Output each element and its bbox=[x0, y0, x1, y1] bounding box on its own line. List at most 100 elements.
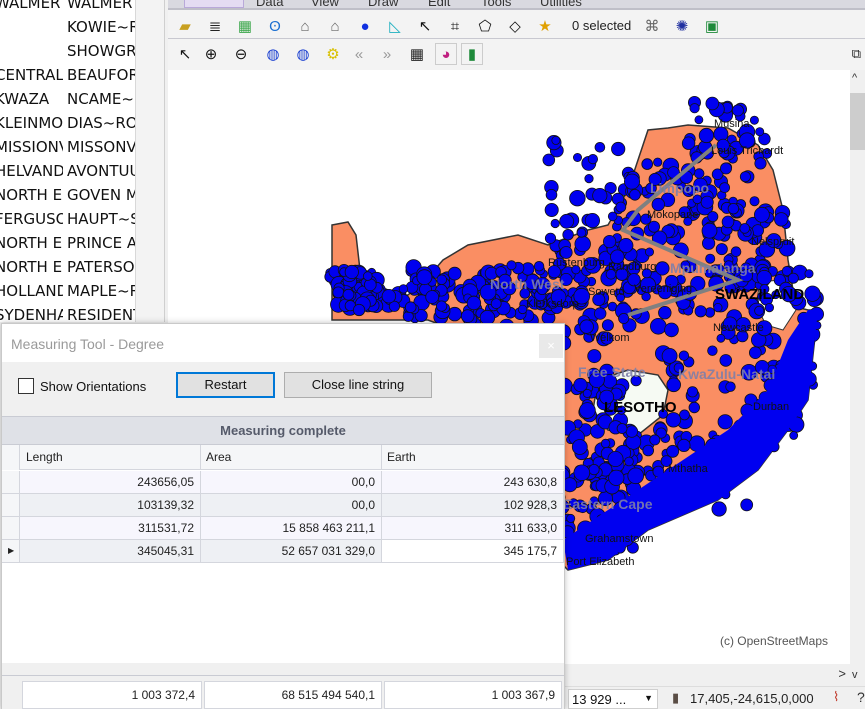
table-row[interactable]: ▶ 345045,31 52 657 031 329,0 345 175,7 bbox=[2, 540, 564, 563]
show-orientations-checkbox[interactable] bbox=[18, 378, 34, 394]
select-lasso-icon[interactable]: ◇ bbox=[504, 15, 526, 37]
show-orientations-label[interactable]: Show Orientations bbox=[40, 379, 146, 394]
list-row[interactable]: MISSIONVALEMISSONVALE bbox=[0, 138, 135, 162]
previous-extent-icon[interactable]: « bbox=[348, 43, 370, 65]
measurement-grid[interactable]: Measuring complete Length Area Earth 243… bbox=[2, 416, 564, 663]
menu-tools[interactable]: Tools bbox=[481, 0, 511, 8]
column-header-length[interactable]: Length bbox=[21, 445, 201, 470]
google-maps-icon[interactable]: ▦ bbox=[234, 15, 256, 37]
settings-gear-icon[interactable]: ⚙ bbox=[322, 43, 344, 65]
menu-edit[interactable]: Edit bbox=[428, 0, 450, 8]
cell-area[interactable]: 15 858 463 211,1 bbox=[201, 517, 382, 539]
bing-maps-icon[interactable]: ʘ bbox=[264, 15, 286, 37]
scroll-up-icon[interactable]: ^ bbox=[852, 72, 857, 84]
measure-triangle-icon[interactable]: ◺ bbox=[384, 15, 406, 37]
color-theme-icon[interactable]: ◕ bbox=[435, 43, 457, 65]
cell-earth[interactable]: 345 175,7 bbox=[382, 540, 564, 562]
file-tab[interactable] bbox=[184, 0, 244, 8]
list-cell-area: CENTRAL bbox=[0, 66, 63, 84]
scroll-right-icon[interactable]: > bbox=[838, 666, 846, 681]
excel-export-icon[interactable]: ▣ bbox=[701, 15, 723, 37]
list-row[interactable]: KLEINMONDDIAS~ROAD bbox=[0, 114, 135, 138]
select-rectangle-icon[interactable]: ⌗ bbox=[444, 15, 466, 37]
scrollbar-thumb[interactable] bbox=[850, 93, 865, 150]
cell-length[interactable]: 345045,31 bbox=[21, 540, 201, 562]
map-point bbox=[490, 298, 502, 310]
close-line-string-button[interactable]: Close line string bbox=[284, 372, 432, 398]
next-extent-icon[interactable]: » bbox=[376, 43, 398, 65]
pin-box-icon[interactable]: ⌂ bbox=[324, 15, 346, 37]
snapping-curve-icon[interactable]: ⌇ bbox=[833, 689, 839, 705]
menu-utilities[interactable]: Utilities bbox=[540, 0, 582, 8]
dialog-titlebar[interactable]: Measuring Tool - Degree × bbox=[2, 324, 564, 362]
pointer-icon[interactable]: ↖ bbox=[174, 43, 196, 65]
list-row[interactable]: NORTH ENDPRINCE ALFRED bbox=[0, 234, 135, 258]
cell-earth[interactable]: 311 633,0 bbox=[382, 517, 564, 539]
globe-extent-icon[interactable]: ◍ bbox=[292, 43, 314, 65]
column-header-earth[interactable]: Earth bbox=[382, 445, 564, 470]
list-row[interactable]: HELVANDALEAVONTUUR bbox=[0, 162, 135, 186]
map-vertical-scrollbar[interactable]: ^ v bbox=[850, 70, 865, 684]
pin-group-icon[interactable]: ⌂ bbox=[294, 15, 316, 37]
cell-length[interactable]: 243656,05 bbox=[21, 471, 201, 493]
map-pin-grid-icon[interactable]: ⌘ bbox=[641, 15, 663, 37]
table-row[interactable]: 243656,05 00,0 243 630,8 bbox=[2, 471, 564, 494]
selected-count: 0 selected bbox=[572, 18, 632, 33]
list-row[interactable]: NORTH ENDPATERSON bbox=[0, 258, 135, 282]
select-point-icon[interactable]: ↖ bbox=[414, 15, 436, 37]
attribute-list[interactable]: WALMERWALMERKOWIE~ROSHOWGROUNDSCENTRALBE… bbox=[0, 0, 135, 322]
cell-earth[interactable]: 243 630,8 bbox=[382, 471, 564, 493]
list-row[interactable]: KWAZA NCAME~ST bbox=[0, 90, 135, 114]
restore-window-icon[interactable]: ⧉ bbox=[852, 46, 861, 62]
cell-area[interactable]: 52 657 031 329,0 bbox=[201, 540, 382, 562]
list-row[interactable]: KOWIE~RO bbox=[0, 18, 135, 42]
row-header[interactable] bbox=[2, 494, 20, 516]
map-point bbox=[574, 235, 591, 253]
scale-dropdown[interactable]: 13 929 ... ▼ bbox=[568, 689, 658, 709]
map-point bbox=[764, 303, 775, 313]
list-row[interactable]: WALMER WALMER bbox=[0, 0, 135, 18]
row-header[interactable] bbox=[2, 517, 20, 539]
cell-length[interactable]: 103139,32 bbox=[21, 494, 201, 516]
cell-earth[interactable]: 102 928,3 bbox=[382, 494, 564, 516]
list-row[interactable]: SYDENHAMRESIDENT bbox=[0, 306, 135, 322]
grid-icon[interactable]: ▦ bbox=[406, 43, 428, 65]
cell-length[interactable]: 311531,72 bbox=[21, 517, 201, 539]
close-icon[interactable]: × bbox=[539, 334, 563, 358]
zoom-out-icon[interactable]: ⊖ bbox=[230, 43, 252, 65]
map-point bbox=[701, 236, 716, 250]
column-header-area[interactable]: Area bbox=[201, 445, 382, 470]
panel-splitter[interactable] bbox=[135, 0, 165, 322]
restart-button[interactable]: Restart bbox=[176, 372, 275, 398]
scroll-down-icon[interactable]: v bbox=[852, 669, 858, 681]
list-cell-street: AVONTUUR bbox=[67, 162, 135, 180]
location-pin-icon[interactable]: ● bbox=[354, 15, 376, 37]
row-header[interactable]: ▶ bbox=[2, 540, 20, 562]
row-header[interactable] bbox=[2, 471, 20, 493]
zoom-in-icon[interactable]: ⊕ bbox=[200, 43, 222, 65]
clear-selection-icon[interactable]: ★ bbox=[534, 15, 556, 37]
open-folder-icon[interactable]: ▰ bbox=[174, 15, 196, 37]
menu-data[interactable]: Data bbox=[256, 0, 283, 8]
list-cell-area: HELVANDALE bbox=[0, 162, 63, 180]
cell-area[interactable]: 00,0 bbox=[201, 471, 382, 493]
help-icon[interactable]: ? bbox=[857, 689, 865, 705]
menu-view[interactable]: View bbox=[311, 0, 339, 8]
globe-icon[interactable]: ◍ bbox=[262, 43, 284, 65]
table-row[interactable]: 311531,72 15 858 463 211,1 311 633,0 bbox=[2, 517, 564, 540]
list-cell-area: HOLLAND bbox=[0, 282, 63, 300]
add-layer-icon[interactable]: ≣ bbox=[204, 15, 226, 37]
layers-sun-icon[interactable]: ✺ bbox=[671, 15, 693, 37]
list-row[interactable]: HOLLANDMAPLE~RD bbox=[0, 282, 135, 306]
list-row[interactable]: SHOWGROUNDS bbox=[0, 42, 135, 66]
list-row[interactable]: CENTRALBEAUFORT bbox=[0, 66, 135, 90]
list-row[interactable]: FERGUSONHAUPT~ST bbox=[0, 210, 135, 234]
city-label: Soweto bbox=[588, 286, 625, 298]
menu-draw[interactable]: Draw bbox=[368, 0, 398, 8]
list-row[interactable]: NORTH ENDGOVEN MBEKI bbox=[0, 186, 135, 210]
country-label: LESOTHO bbox=[604, 399, 677, 416]
select-polygon-icon[interactable]: ⬠ bbox=[474, 15, 496, 37]
bookmark-icon[interactable]: ▮ bbox=[461, 43, 483, 65]
cell-area[interactable]: 00,0 bbox=[201, 494, 382, 516]
table-row[interactable]: 103139,32 00,0 102 928,3 bbox=[2, 494, 564, 517]
